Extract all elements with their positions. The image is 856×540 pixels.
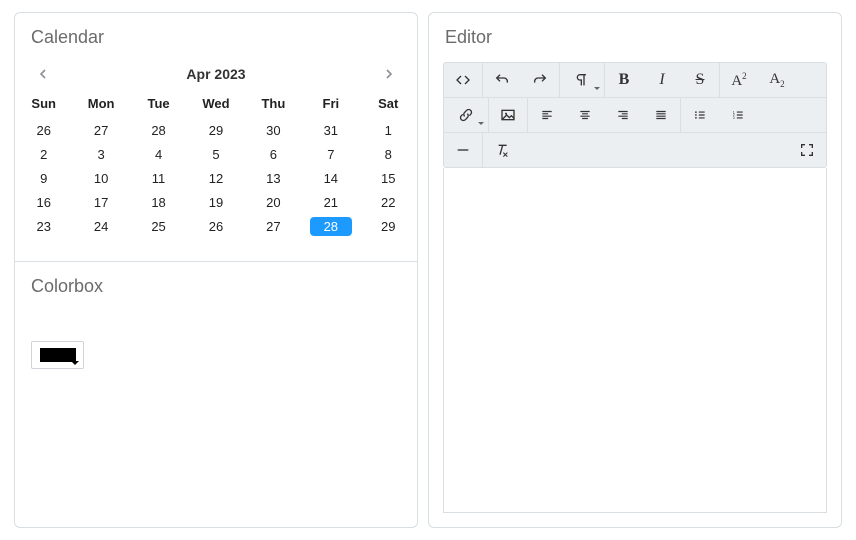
- color-swatch: [40, 348, 76, 362]
- calendar-day[interactable]: 27: [245, 214, 302, 238]
- svg-text:3: 3: [733, 116, 735, 120]
- subscript-button[interactable]: A2: [758, 63, 796, 97]
- calendar-day[interactable]: 11: [130, 166, 187, 190]
- align-left-button[interactable]: [528, 98, 566, 132]
- calendar-day[interactable]: 31: [302, 118, 359, 142]
- calendar-card: Calendar Apr 2023 SunMonTueWedThuFriSat …: [14, 12, 418, 262]
- calendar-day[interactable]: 10: [72, 166, 129, 190]
- clear-formatting-button[interactable]: [483, 133, 521, 167]
- paragraph-format-button[interactable]: [560, 63, 604, 97]
- calendar-day[interactable]: 15: [360, 166, 417, 190]
- calendar-day[interactable]: 22: [360, 190, 417, 214]
- calendar-day[interactable]: 14: [302, 166, 359, 190]
- calendar-day[interactable]: 21: [302, 190, 359, 214]
- unordered-list-button[interactable]: [681, 98, 719, 132]
- weekday-header: Fri: [302, 94, 359, 118]
- calendar-day[interactable]: 2: [15, 142, 72, 166]
- calendar-day[interactable]: 1: [360, 118, 417, 142]
- calendar-day[interactable]: 7: [302, 142, 359, 166]
- calendar-day[interactable]: 30: [245, 118, 302, 142]
- weekday-header: Sun: [15, 94, 72, 118]
- editor-title: Editor: [429, 13, 841, 62]
- calendar-day[interactable]: 29: [360, 214, 417, 238]
- calendar-day[interactable]: 5: [187, 142, 244, 166]
- calendar-day[interactable]: 26: [187, 214, 244, 238]
- weekday-header: Tue: [130, 94, 187, 118]
- italic-button[interactable]: I: [643, 63, 681, 97]
- calendar-day[interactable]: 17: [72, 190, 129, 214]
- bold-button[interactable]: B: [605, 63, 643, 97]
- color-picker[interactable]: [31, 341, 84, 369]
- strikethrough-button[interactable]: S: [681, 63, 719, 97]
- calendar-day[interactable]: 28: [302, 214, 359, 238]
- calendar-day[interactable]: 29: [187, 118, 244, 142]
- calendar-day[interactable]: 26: [15, 118, 72, 142]
- calendar-day[interactable]: 6: [245, 142, 302, 166]
- editor-card: Editor B: [428, 12, 842, 528]
- align-justify-button[interactable]: [642, 98, 680, 132]
- calendar-title: Calendar: [15, 13, 417, 62]
- colorbox-title: Colorbox: [15, 262, 417, 311]
- code-view-button[interactable]: [444, 63, 482, 97]
- calendar-day[interactable]: 25: [130, 214, 187, 238]
- calendar-day[interactable]: 20: [245, 190, 302, 214]
- calendar-day[interactable]: 12: [187, 166, 244, 190]
- editor-toolbar: B I S A2 A2: [443, 62, 827, 168]
- fullscreen-button[interactable]: [788, 133, 826, 167]
- image-button[interactable]: [489, 98, 527, 132]
- align-center-button[interactable]: [566, 98, 604, 132]
- calendar-day[interactable]: 8: [360, 142, 417, 166]
- calendar-day[interactable]: 16: [15, 190, 72, 214]
- horizontal-rule-button[interactable]: [444, 133, 482, 167]
- calendar-day[interactable]: 9: [15, 166, 72, 190]
- prev-month-button[interactable]: [31, 62, 55, 86]
- calendar-day[interactable]: 19: [187, 190, 244, 214]
- weekday-header: Wed: [187, 94, 244, 118]
- next-month-button[interactable]: [377, 62, 401, 86]
- calendar-day[interactable]: 3: [72, 142, 129, 166]
- month-label: Apr 2023: [186, 66, 245, 82]
- calendar-day[interactable]: 24: [72, 214, 129, 238]
- align-right-button[interactable]: [604, 98, 642, 132]
- weekday-header: Mon: [72, 94, 129, 118]
- calendar-day[interactable]: 18: [130, 190, 187, 214]
- colorbox-card: Colorbox: [14, 261, 418, 528]
- calendar-day[interactable]: 13: [245, 166, 302, 190]
- link-button[interactable]: [444, 98, 488, 132]
- calendar-day[interactable]: 23: [15, 214, 72, 238]
- superscript-button[interactable]: A2: [720, 63, 758, 97]
- undo-button[interactable]: [483, 63, 521, 97]
- calendar-day[interactable]: 27: [72, 118, 129, 142]
- weekday-header: Sat: [360, 94, 417, 118]
- dropdown-caret-icon: [71, 361, 79, 365]
- calendar-day[interactable]: 4: [130, 142, 187, 166]
- calendar-grid: SunMonTueWedThuFriSat 262728293031123456…: [15, 94, 417, 238]
- redo-button[interactable]: [521, 63, 559, 97]
- editor-content-area[interactable]: [443, 168, 827, 513]
- ordered-list-button[interactable]: 123: [719, 98, 757, 132]
- calendar-day[interactable]: 28: [130, 118, 187, 142]
- weekday-header: Thu: [245, 94, 302, 118]
